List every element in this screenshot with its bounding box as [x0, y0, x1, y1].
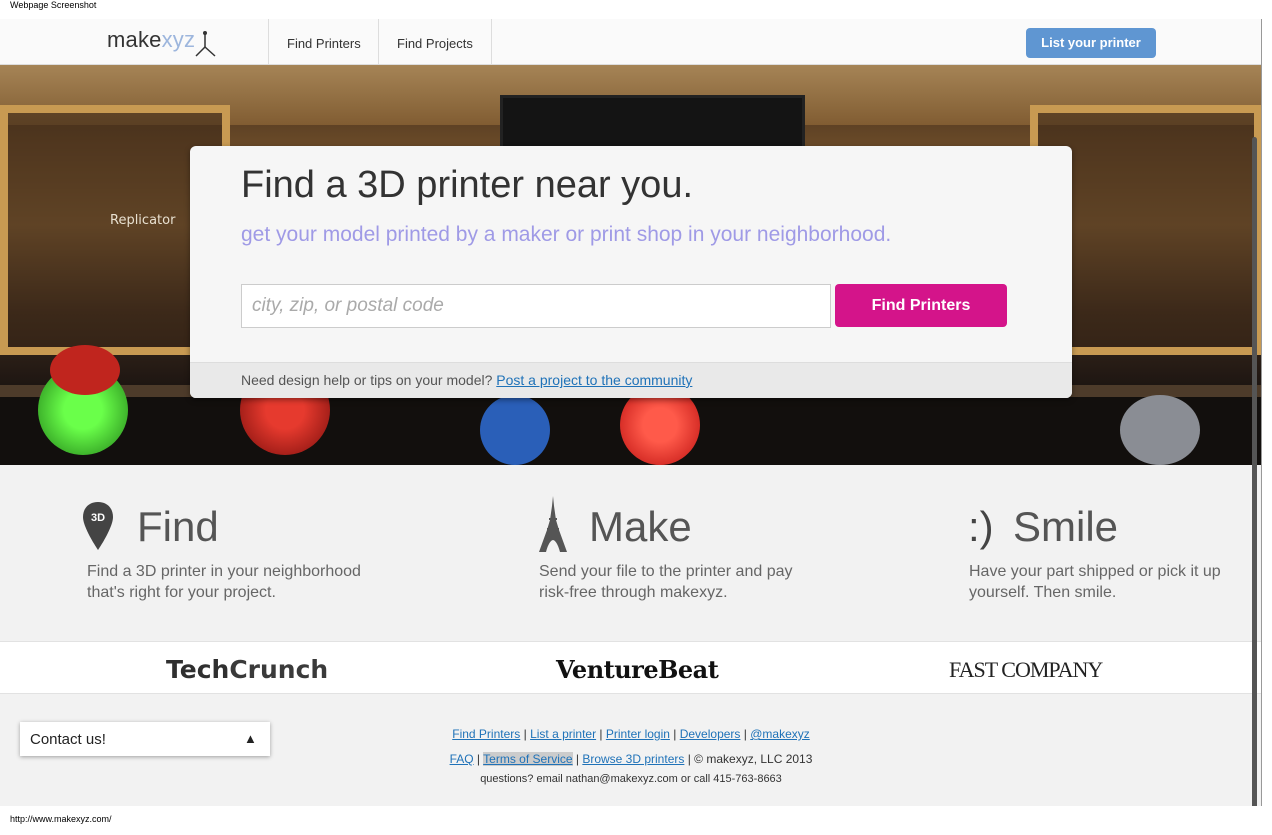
- status-bar-url: http://www.makexyz.com/: [10, 814, 112, 824]
- footer-links-row2: FAQ | Terms of Service | Browse 3D print…: [449, 752, 813, 766]
- page-footer: Contact us! ▲ Find Printers | List a pri…: [0, 694, 1261, 806]
- feature-find-line2: that's right for your project.: [87, 584, 276, 601]
- feature-find-line1: Find a 3D printer in your neighborhood: [87, 563, 361, 580]
- venturebeat-logo: VentureBeat: [556, 655, 719, 684]
- feature-make-line1: Send your file to the printer and pay: [539, 563, 793, 580]
- xyz-axes-icon: [195, 31, 216, 57]
- footer-link-terms[interactable]: Terms of Service: [483, 752, 573, 766]
- hero-subtitle: get your model printed by a maker or pri…: [241, 223, 892, 246]
- search-card: Find a 3D printer near you. get your mod…: [190, 146, 1072, 398]
- feature-make-title: Make: [589, 503, 692, 550]
- footer-link-browse[interactable]: Browse 3D printers: [582, 752, 684, 766]
- list-your-printer-button[interactable]: List your printer: [1026, 28, 1156, 58]
- 3d-map-pin-icon: 3D: [83, 502, 113, 550]
- fastcompany-logo: FAST COMPANY: [949, 657, 1103, 682]
- nav-divider: [268, 19, 269, 65]
- post-project-link[interactable]: Post a project to the community: [496, 372, 692, 388]
- copyright-text: © makexyz, LLC 2013: [694, 752, 813, 766]
- feature-smile-line2: yourself. Then smile.: [969, 584, 1117, 601]
- footer-link-twitter[interactable]: @makexyz: [750, 727, 810, 741]
- feature-find-description: Find a 3D printer in your neighborhood th…: [87, 561, 377, 603]
- footer-link-find-printers[interactable]: Find Printers: [452, 727, 520, 741]
- nav-find-projects[interactable]: Find Projects: [397, 36, 473, 51]
- logo-accent-text: xyz: [161, 27, 196, 52]
- eiffel-tower-icon: [539, 496, 567, 552]
- nav-divider: [378, 19, 379, 65]
- press-logos: TechCrunch VentureBeat FAST COMPANY: [0, 641, 1261, 694]
- find-printers-button[interactable]: Find Printers: [835, 284, 1007, 327]
- browser-viewport: makexyz Find Printers Find Projects List…: [0, 19, 1262, 806]
- techcrunch-logo-part2: Crunch: [229, 655, 329, 684]
- feature-smile-title: Smile: [1013, 503, 1119, 550]
- footer-contact-line: questions? email nathan@makexyz.com or c…: [480, 773, 782, 785]
- window-caption: Webpage Screenshot: [10, 0, 97, 10]
- hero-photo-spool-grey: [1120, 395, 1200, 465]
- site-logo[interactable]: makexyz: [107, 27, 195, 53]
- features-section: 3D Find Find a 3D printer in your neighb…: [0, 465, 1261, 641]
- feature-smile-description: Have your part shipped or pick it up your…: [969, 561, 1259, 603]
- hero-photo-spool-red: [50, 345, 120, 395]
- location-search-input[interactable]: [241, 284, 831, 328]
- top-navigation: makexyz Find Printers Find Projects List…: [0, 19, 1261, 65]
- nav-divider: [491, 19, 492, 65]
- hero-photo-spool-blue: [480, 395, 550, 465]
- feature-smile-line1: Have your part shipped or pick it up: [969, 563, 1221, 580]
- techcrunch-logo: TechCrunch: [166, 655, 328, 684]
- nav-find-printers[interactable]: Find Printers: [287, 36, 361, 51]
- feature-make-line2: risk-free through makexyz.: [539, 584, 728, 601]
- smiley-icon: :): [968, 503, 994, 550]
- footer-link-developers[interactable]: Developers: [680, 727, 741, 741]
- search-card-footer: Need design help or tips on your model? …: [190, 362, 1072, 398]
- feature-make-description: Send your file to the printer and pay ris…: [539, 561, 829, 603]
- hero-title: Find a 3D printer near you.: [241, 164, 694, 206]
- map-pin-label: 3D: [91, 512, 105, 524]
- scrollbar[interactable]: [1252, 137, 1257, 806]
- help-text: Need design help or tips on your model?: [241, 372, 493, 388]
- footer-links-row1: Find Printers | List a printer | Printer…: [452, 727, 810, 741]
- help-text-line: Need design help or tips on your model? …: [241, 372, 692, 388]
- techcrunch-logo-part1: Tech: [166, 655, 230, 684]
- footer-link-faq[interactable]: FAQ: [450, 752, 474, 766]
- footer-link-printer-login[interactable]: Printer login: [606, 727, 670, 741]
- hero-photo-replicator-label: Replicator: [110, 213, 176, 228]
- logo-text: make: [107, 27, 162, 52]
- feature-find-title: Find: [137, 503, 219, 550]
- footer-link-list-printer[interactable]: List a printer: [530, 727, 596, 741]
